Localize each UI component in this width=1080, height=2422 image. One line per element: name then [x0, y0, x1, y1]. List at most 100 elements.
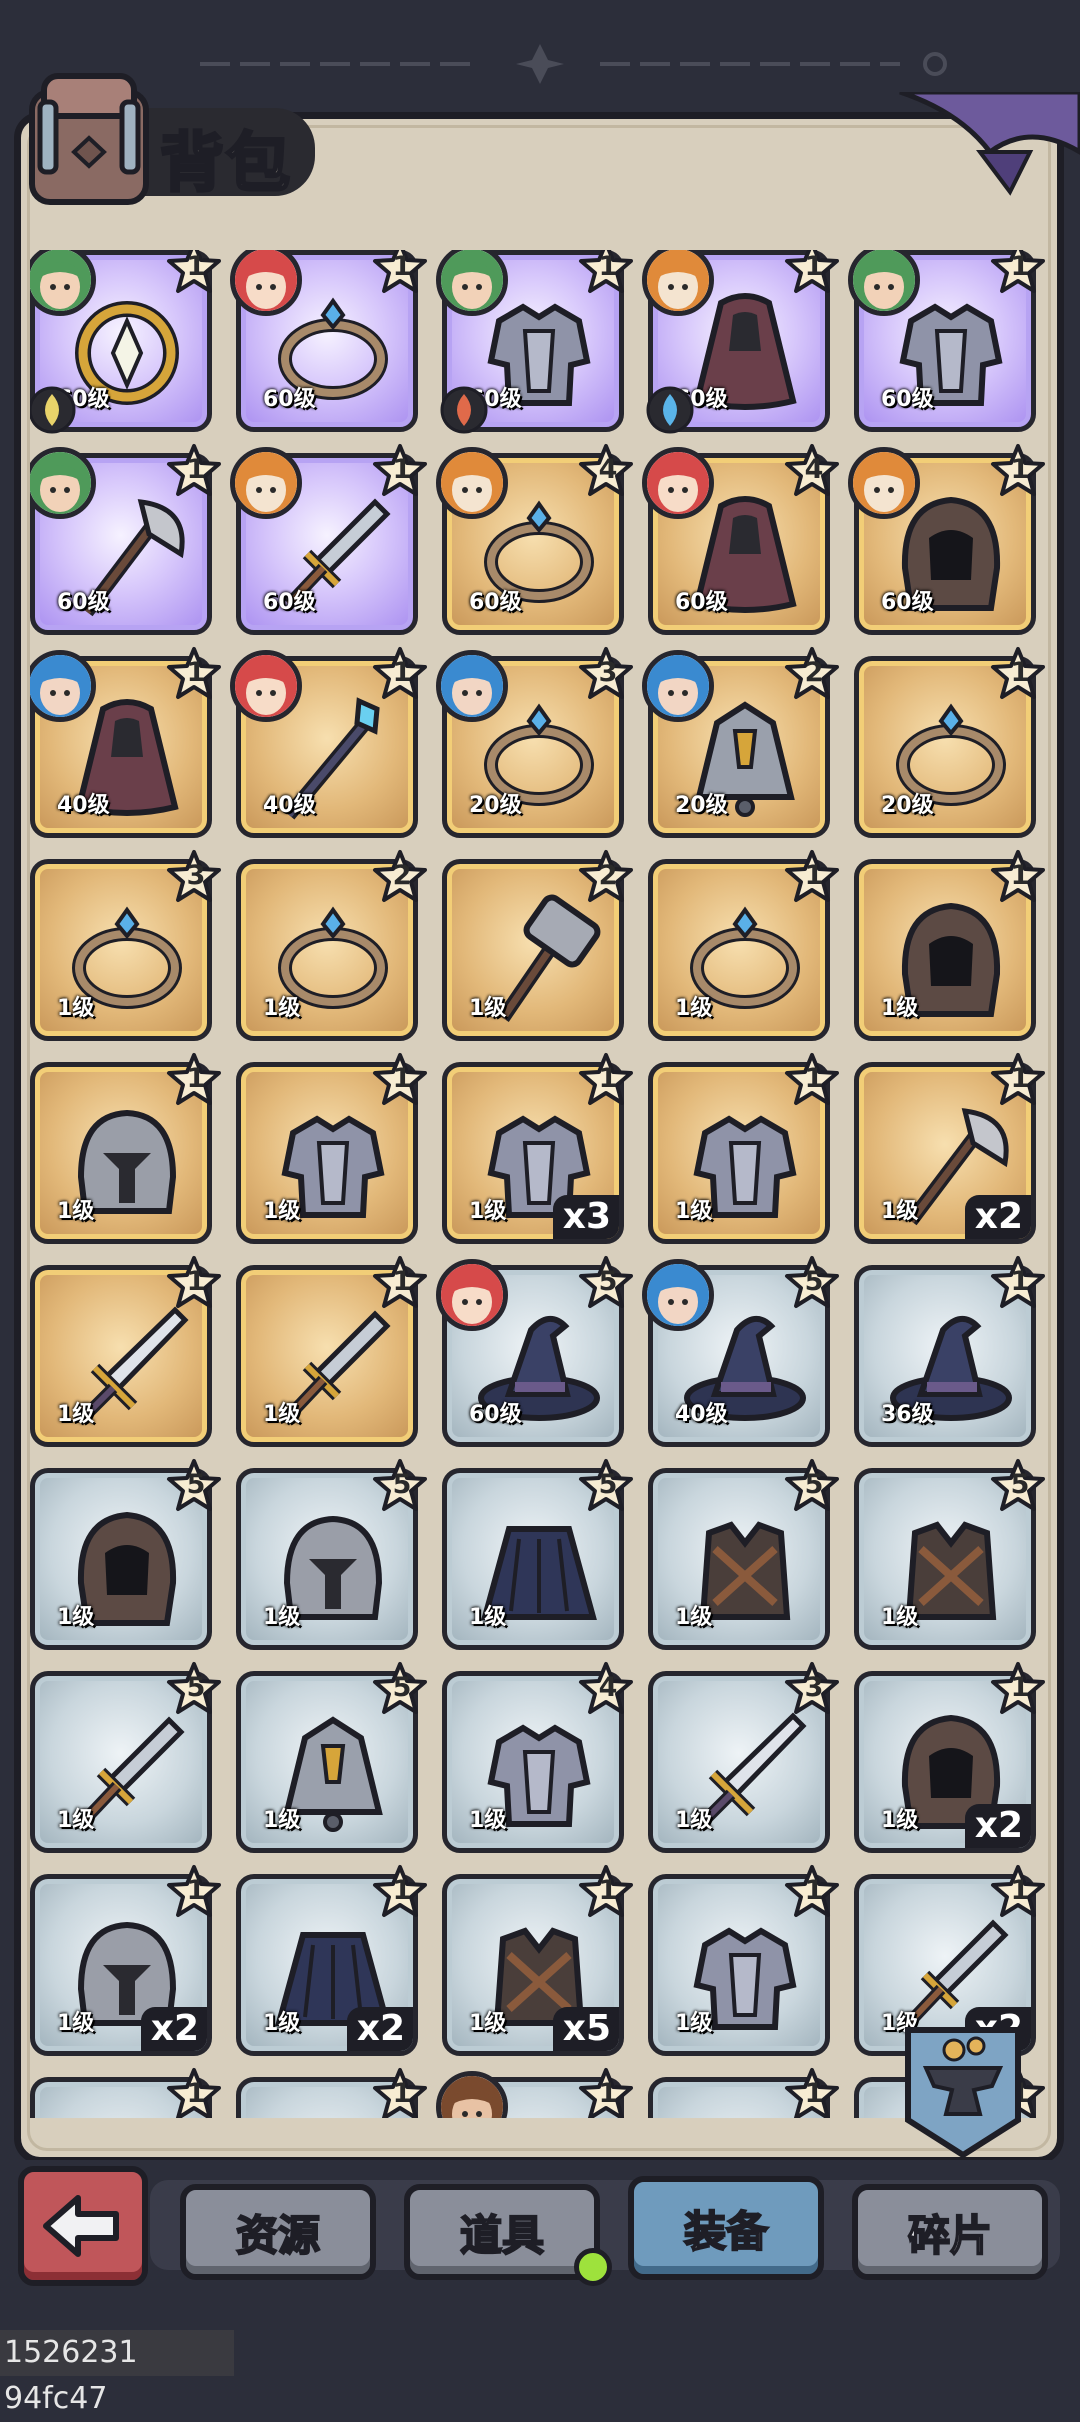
star-badge: 5: [166, 1458, 222, 1514]
equipment-slot[interactable]: 40级 5: [642, 1256, 839, 1447]
star-badge: 1: [166, 443, 222, 499]
star-count: 3: [804, 1672, 824, 1703]
star-count: 5: [392, 1469, 412, 1500]
equipment-slot[interactable]: 1级 5: [442, 1459, 633, 1650]
item-level: 60级: [263, 590, 316, 615]
item-level: 1级: [675, 1199, 713, 1224]
equipment-slot[interactable]: 60级 1: [30, 444, 221, 635]
equipment-slot[interactable]: 1: [30, 2068, 221, 2118]
star-count: 1: [186, 1266, 206, 1297]
corner-ornament: [899, 92, 1080, 196]
equipment-slot[interactable]: 1级 x2 1: [30, 1865, 221, 2056]
item-level: 1级: [881, 1808, 919, 1833]
star-badge: 1: [166, 1255, 222, 1311]
equipment-slot[interactable]: 1级 2: [442, 850, 633, 1041]
item-level: 60级: [57, 590, 110, 615]
equipment-slot[interactable]: 1级 x2 1: [236, 1865, 427, 2056]
equipment-slot[interactable]: 1级 3: [648, 1662, 839, 1853]
equipment-slot[interactable]: 60级 1: [230, 250, 427, 432]
equipment-slot[interactable]: 1级 4: [442, 1662, 633, 1853]
back-button[interactable]: [18, 2166, 148, 2286]
equipment-slot[interactable]: 20级 2: [642, 647, 839, 838]
equipment-slot[interactable]: 1: [236, 2068, 427, 2118]
star-badge: 1: [990, 1864, 1046, 1920]
item-level: 1级: [881, 996, 919, 1021]
star-badge: 5: [784, 1458, 840, 1514]
tab-items[interactable]: 道具: [404, 2184, 600, 2280]
equipment-slot[interactable]: 1级 3: [30, 850, 221, 1041]
item-level: 1级: [57, 1808, 95, 1833]
equipment-slot[interactable]: 1级 1: [30, 1053, 221, 1244]
tab-resources[interactable]: 资源: [180, 2184, 376, 2280]
equipment-slot[interactable]: 60级 4: [642, 444, 839, 635]
equipment-slot[interactable]: 36级 1: [854, 1256, 1045, 1447]
equipment-slot[interactable]: 1级 x5 1: [442, 1865, 633, 2056]
equipment-slot[interactable]: 60级 1: [30, 250, 221, 434]
equipment-slot[interactable]: 1级 1: [648, 1865, 839, 2056]
item-level: 60级: [881, 387, 934, 412]
star-badge: 1: [784, 1864, 840, 1920]
star-count: 1: [1010, 1875, 1030, 1906]
equipment-slot[interactable]: 40级 1: [230, 647, 427, 838]
star-count: 1: [392, 1875, 412, 1906]
item-level: 1级: [57, 1199, 95, 1224]
equipment-slot[interactable]: 1级 1: [236, 1053, 427, 1244]
item-level: 1级: [675, 2011, 713, 2036]
star-count: 1: [392, 2078, 412, 2109]
equipment-slot[interactable]: 60级 1: [230, 444, 427, 635]
equipment-grid[interactable]: 60级 1 60级 1 60级 1 60级 1 60级 1 60级 1 60级 1 60级 4 60级 4 60级 1…: [30, 250, 1050, 2118]
equipment-slot[interactable]: 60级 1: [848, 444, 1045, 635]
item-quantity: x5: [552, 2007, 619, 2051]
equipment-slot[interactable]: 1级 1: [854, 850, 1045, 1041]
equipment-slot[interactable]: 1级 1: [30, 1256, 221, 1447]
hero-avatar: [230, 447, 302, 519]
item-level: 40级: [675, 1402, 728, 1427]
equipment-slot[interactable]: 60级 1: [436, 250, 633, 434]
item-level: 1级: [263, 1199, 301, 1224]
equipment-slot[interactable]: 1级 5: [30, 1459, 221, 1650]
star-badge: 1: [166, 646, 222, 702]
star-count: 1: [804, 1063, 824, 1094]
star-count: 1: [186, 251, 206, 282]
item-quantity: x2: [140, 2007, 207, 2051]
star-badge: 4: [784, 443, 840, 499]
equipment-slot[interactable]: 20级 3: [436, 647, 633, 838]
forge-anvil-button[interactable]: [888, 2010, 1038, 2160]
equipment-slot[interactable]: 1级 2: [236, 850, 427, 1041]
equipment-slot[interactable]: 1级 1: [648, 1053, 839, 1244]
equipment-slot[interactable]: 60级 1: [848, 250, 1045, 432]
equipment-slot[interactable]: 1: [436, 2068, 633, 2118]
star-count: 5: [598, 1469, 618, 1500]
equipment-slot[interactable]: 1级 x2 1: [854, 1662, 1045, 1853]
equipment-slot[interactable]: 1级 x2 1: [854, 1053, 1045, 1244]
equipment-slot[interactable]: 1级 x3 1: [442, 1053, 633, 1244]
equipment-slot[interactable]: 60级 5: [436, 1256, 633, 1447]
tab-fragments[interactable]: 碎片: [852, 2184, 1048, 2280]
star-badge: 1: [372, 1255, 428, 1311]
item-level: 20级: [469, 793, 522, 818]
item-level: 1级: [263, 1605, 301, 1630]
equipment-slot[interactable]: 1级 5: [648, 1459, 839, 1650]
tab-equipment[interactable]: 装备: [628, 2176, 824, 2280]
equipment-slot[interactable]: 1: [648, 2068, 839, 2118]
equipment-slot[interactable]: 60级 4: [436, 444, 633, 635]
equipment-slot[interactable]: 40级 1: [30, 647, 221, 838]
equipment-slot[interactable]: 1级 1: [648, 850, 839, 1041]
equipment-slot[interactable]: 20级 1: [854, 647, 1045, 838]
star-badge: 5: [578, 1458, 634, 1514]
equipment-slot[interactable]: 1级 5: [236, 1662, 427, 1853]
equipment-slot[interactable]: 1级 1: [236, 1256, 427, 1447]
item-level: 1级: [675, 1808, 713, 1833]
item-level: 1级: [57, 996, 95, 1021]
star-count: 1: [186, 454, 206, 485]
equipment-slot[interactable]: 1级 5: [30, 1662, 221, 1853]
equipment-slot[interactable]: 60级 1: [642, 250, 839, 434]
item-level: 1级: [881, 1605, 919, 1630]
equipment-slot[interactable]: 1级 5: [236, 1459, 427, 1650]
equipment-slot[interactable]: 1级 5: [854, 1459, 1045, 1650]
star-count: 1: [1010, 1266, 1030, 1297]
star-count: 1: [804, 251, 824, 282]
star-count: 3: [598, 657, 618, 688]
item-level: 1级: [881, 1199, 919, 1224]
back-arrow-icon: [43, 2195, 119, 2257]
